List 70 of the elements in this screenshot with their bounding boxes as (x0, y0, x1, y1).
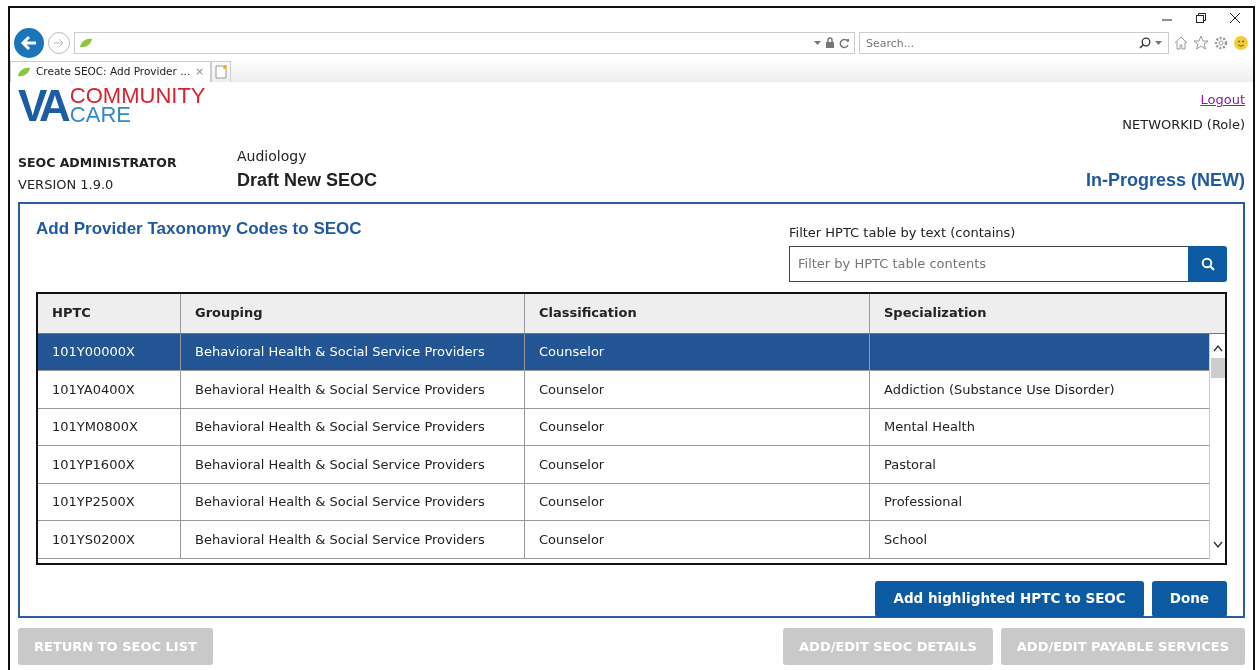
settings-icon[interactable] (1213, 35, 1229, 51)
scroll-down-icon[interactable] (1212, 541, 1223, 550)
user-name: NETWORKID (Role) (1122, 115, 1245, 134)
search-icon[interactable] (1139, 37, 1151, 49)
page-title: Draft New SEOC (237, 169, 379, 192)
logo-text: CARE (69, 106, 131, 124)
dropdown-icon[interactable] (1155, 40, 1162, 46)
search-icon (1200, 256, 1215, 271)
table-cell: Behavioral Health & Social Service Providers (180, 446, 524, 483)
forward-arrow-icon (53, 38, 65, 48)
back-arrow-icon (20, 35, 38, 51)
lock-icon (825, 37, 835, 49)
version-text: VERSION 1.9.0 (18, 175, 115, 194)
table-row[interactable]: 101YM0800X Behavioral Health & Social Service Providers Counselor Mental Health (38, 408, 1209, 447)
table-cell: Behavioral Health & Social Service Providers (180, 521, 524, 559)
status-text: In-Progress (NEW) (1086, 169, 1245, 192)
table-cell: Counselor (524, 371, 869, 408)
table-cell: Counselor (524, 483, 869, 521)
table-cell-text: 101YM0800X (51, 418, 139, 437)
search-box[interactable]: Search... (859, 32, 1169, 54)
refresh-icon[interactable] (839, 37, 850, 49)
category-text: Audiology (237, 147, 308, 166)
table-cell: Counselor (524, 408, 869, 446)
close-icon[interactable] (1229, 12, 1241, 24)
logo-text: COMMUNITY (69, 86, 206, 106)
action-button[interactable]: Add highlighted HPTC to SEOC (875, 580, 1144, 617)
logo-initials: VA (18, 86, 66, 126)
back-button[interactable] (14, 28, 44, 58)
browser-tab[interactable]: Create SEOC: Add Provider ... × (10, 61, 212, 82)
logout-link[interactable]: Logout (1200, 90, 1245, 110)
star-icon[interactable] (1193, 35, 1209, 51)
panel-title: Add Provider Taxonomy Codes to SEOC (36, 218, 362, 240)
restore-icon[interactable] (1195, 12, 1207, 24)
table-cell-text: 101YA0400X (51, 380, 136, 399)
table-cell: Counselor (524, 446, 869, 483)
column-header[interactable]: Grouping (180, 293, 524, 333)
table-cell: Counselor (524, 521, 869, 559)
table-cell: Behavioral Health & Social Service Providers (180, 483, 524, 521)
smiley-icon[interactable] (1233, 35, 1249, 51)
column-header[interactable]: Classification (524, 293, 869, 333)
leaf-icon (79, 38, 93, 48)
table-cell: Behavioral Health & Social Service Providers (180, 408, 524, 446)
table-cell: Behavioral Health & Social Service Providers (180, 333, 524, 371)
table-cell: Counselor (524, 333, 869, 371)
filter-label: Filter HPTC table by text (contains) (789, 224, 1017, 242)
table-row[interactable]: 101YS0200X Behavioral Health & Social Service Providers Counselor School (38, 521, 1209, 560)
scrollbar-thumb[interactable] (1210, 357, 1225, 378)
app-name: SEOC ADMINISTRATOR (18, 153, 178, 172)
scrollbar[interactable] (1209, 333, 1225, 560)
filter-field[interactable]: Filter by HPTC table contents (789, 245, 1188, 282)
column-header[interactable]: Specialization (869, 293, 1225, 333)
table-row[interactable]: 101Y00000X Behavioral Health & Social Service Providers Counselor (38, 333, 1209, 372)
scroll-up-icon[interactable] (1212, 343, 1223, 352)
leaf-icon (17, 67, 31, 77)
table-row[interactable]: 101YA0400X Behavioral Health & Social Service Providers Counselor Addiction (Substance Use Disorder) (38, 371, 1209, 409)
table-row[interactable]: 101YP2500X Behavioral Health & Social Service Providers Counselor Professional (38, 483, 1209, 522)
table-row[interactable]: 101YP1600X Behavioral Health & Social Service Providers Counselor Pastoral (38, 446, 1209, 484)
tab-close[interactable]: × (195, 64, 205, 80)
dropdown-icon[interactable] (814, 40, 821, 46)
column-header[interactable]: HPTC (38, 293, 180, 333)
table-cell-text: 101YP2500X (51, 493, 136, 512)
tab-title: Create SEOC: Add Provider ... (36, 64, 191, 80)
table-cell-text: 101YP1600X (51, 455, 136, 474)
table-cell: Behavioral Health & Social Service Providers (180, 371, 524, 408)
table-cell-text: 101Y00000X (51, 343, 136, 362)
action-button[interactable]: Done (1151, 580, 1227, 617)
home-icon[interactable] (1173, 35, 1189, 51)
table-cell-text: 101YS0200X (51, 531, 136, 549)
address-field[interactable] (74, 32, 855, 54)
search-button[interactable] (1188, 245, 1227, 282)
